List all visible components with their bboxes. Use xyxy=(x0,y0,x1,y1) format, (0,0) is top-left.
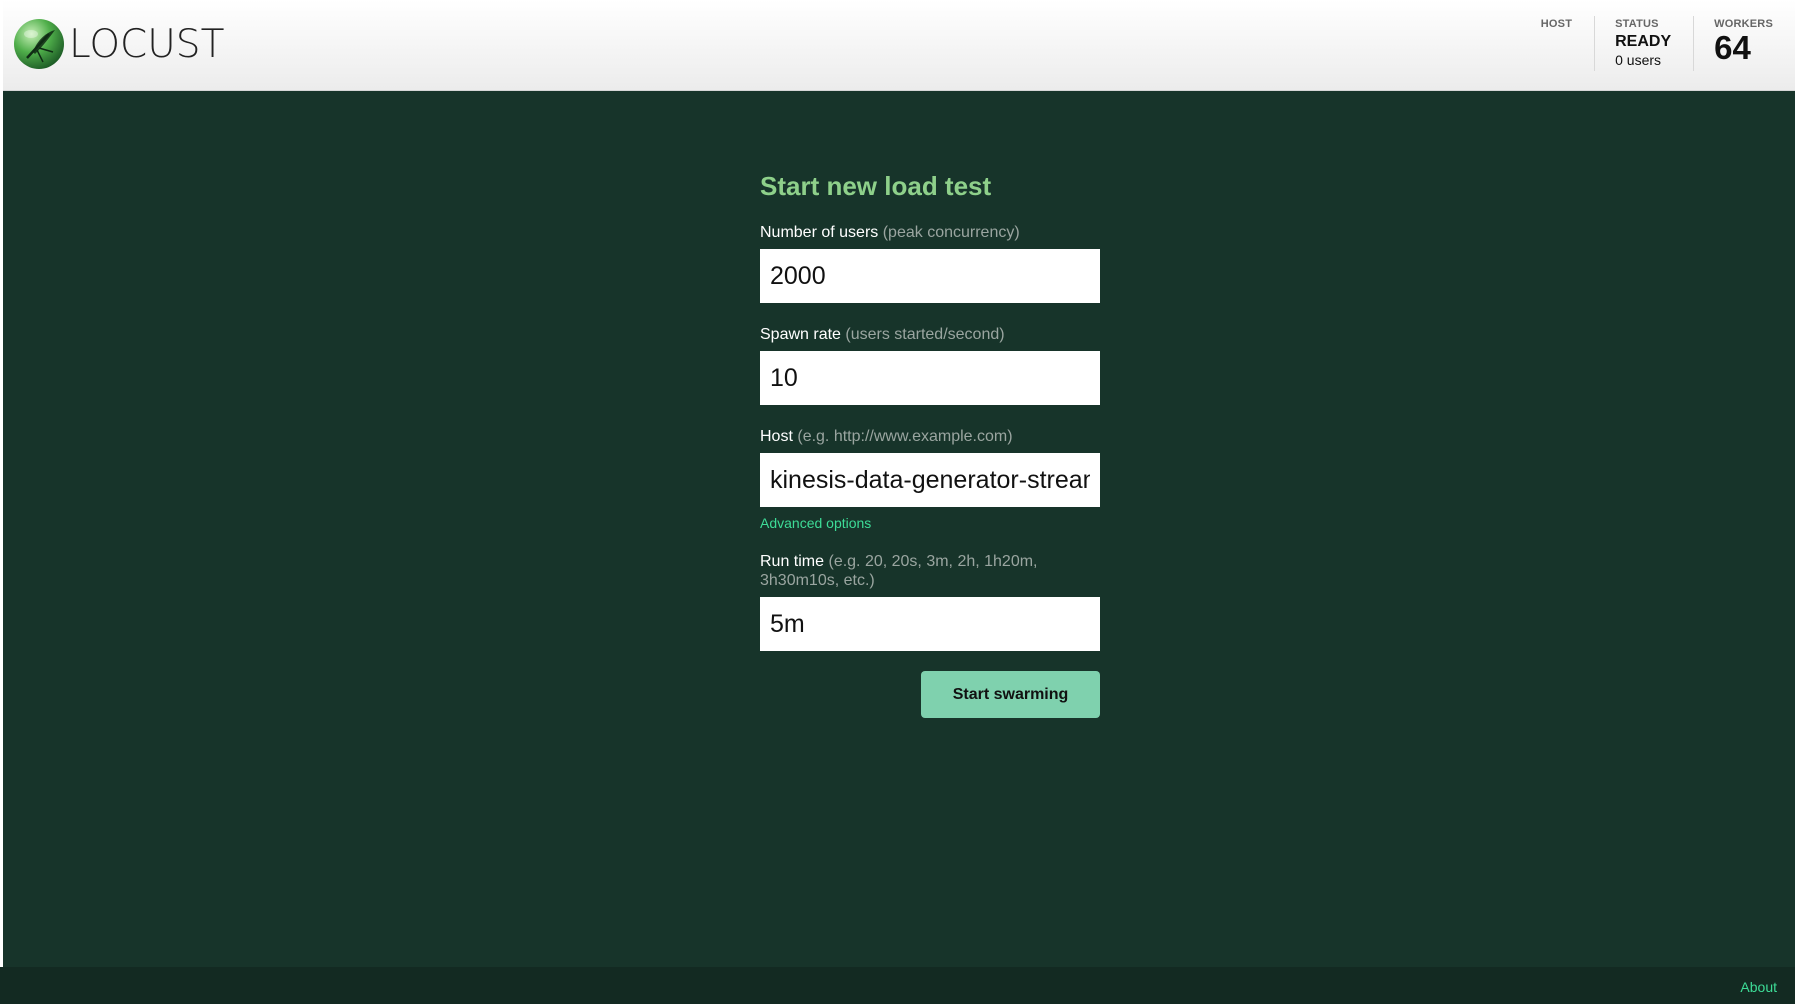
run-time-input[interactable] xyxy=(760,597,1100,651)
users-label-text: Number of users xyxy=(760,224,879,241)
spawn-rate-hint: (users started/second) xyxy=(845,326,1005,343)
workers-stat: WORKERS 64 xyxy=(1693,16,1795,71)
host-hint: (e.g. http://www.example.com) xyxy=(797,428,1013,445)
run-time-field: Run time (e.g. 20, 20s, 3m, 2h, 1h20m, 3… xyxy=(760,552,1103,651)
spawn-rate-input[interactable] xyxy=(760,351,1100,405)
locust-logo[interactable]: LOCUST xyxy=(13,18,224,70)
host-field-label: Host (e.g. http://www.example.com) xyxy=(760,427,1103,446)
users-input[interactable] xyxy=(760,249,1100,303)
spawn-rate-label: Spawn rate (users started/second) xyxy=(760,325,1103,344)
advanced-options-link[interactable]: Advanced options xyxy=(760,515,1103,531)
status-label: STATUS xyxy=(1615,18,1659,30)
spawn-rate-field: Spawn rate (users started/second) xyxy=(760,325,1103,405)
run-time-label: Run time (e.g. 20, 20s, 3m, 2h, 1h20m, 3… xyxy=(760,552,1103,590)
form-title: Start new load test xyxy=(760,171,992,201)
stats-panel: HOST STATUS READY 0 users WORKERS 64 xyxy=(1521,0,1795,91)
logo-text: LOCUST xyxy=(69,21,225,67)
status-stat: STATUS READY 0 users xyxy=(1594,16,1693,71)
users-label: Number of users (peak concurrency) xyxy=(760,223,1103,242)
host-label-text: Host xyxy=(760,428,793,445)
about-link[interactable]: About xyxy=(1740,979,1777,995)
top-navbar: LOCUST HOST STATUS READY 0 users WORKERS… xyxy=(3,0,1795,91)
host-label: HOST xyxy=(1540,18,1573,30)
run-time-label-text: Run time xyxy=(760,553,825,570)
start-swarming-button[interactable]: Start swarming xyxy=(921,671,1100,718)
form-actions: Start swarming xyxy=(760,671,1103,718)
host-stat: HOST xyxy=(1521,0,1594,72)
host-field: Host (e.g. http://www.example.com) xyxy=(760,427,1103,507)
locust-logo-icon xyxy=(14,19,64,69)
users-field: Number of users (peak concurrency) xyxy=(760,223,1103,303)
user-count: 0 users xyxy=(1615,52,1662,68)
users-hint: (peak concurrency) xyxy=(882,224,1020,241)
status-value: READY xyxy=(1615,33,1672,50)
host-input[interactable] xyxy=(760,453,1100,507)
spawn-rate-label-text: Spawn rate xyxy=(760,326,841,343)
footer: About xyxy=(0,967,1795,1004)
workers-value: 64 xyxy=(1714,29,1751,66)
main-content: Start new load test Number of users (pea… xyxy=(3,91,1795,967)
load-test-form: Start new load test Number of users (pea… xyxy=(760,171,1103,718)
